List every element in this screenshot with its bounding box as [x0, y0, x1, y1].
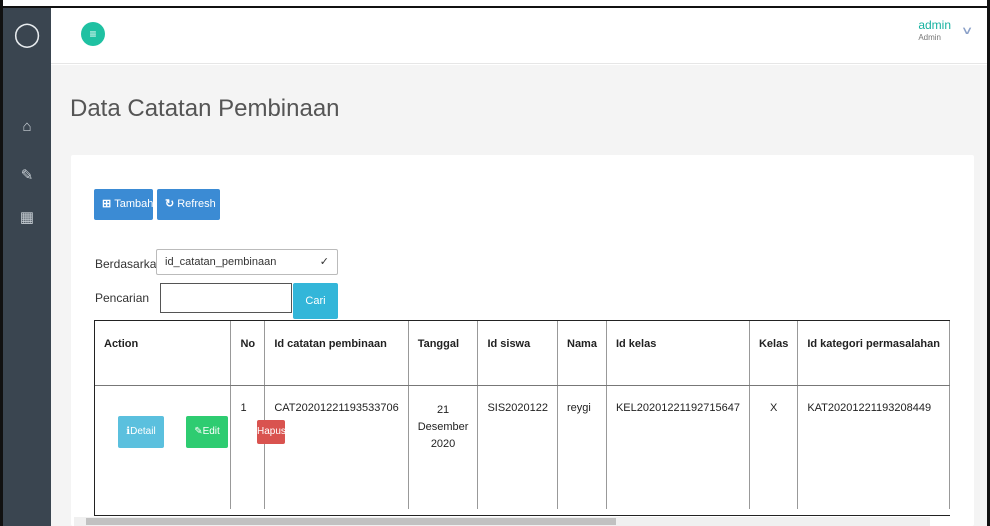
filter-by-select[interactable]: id_catatan_pembinaan ✓	[156, 249, 338, 275]
cell-id-kelas: KEL20201221192715647	[606, 385, 750, 509]
sidebar: ◯ ⌂ ✎ ▦	[3, 8, 51, 526]
user-icon[interactable]: ◯	[3, 20, 51, 49]
detail-button[interactable]: ℹDetail	[118, 415, 164, 448]
column-header: Id kelas	[606, 321, 750, 386]
edit-icon[interactable]: ✎	[3, 166, 51, 184]
column-header: Kelas	[749, 321, 799, 386]
filter-by-value: id_catatan_pembinaan	[165, 256, 277, 268]
plus-icon: ⊞	[102, 198, 112, 210]
page-title: Data Catatan Pembinaan	[70, 95, 340, 122]
column-header: No	[230, 321, 266, 386]
column-header: Id catatan pembinaan	[264, 321, 409, 386]
add-button[interactable]: ⊞ Tambah	[94, 189, 153, 220]
cell-kelas: X	[749, 385, 799, 509]
horizontal-scrollbar[interactable]	[74, 517, 930, 526]
cell-id-siswa: SIS2020122	[477, 385, 558, 509]
search-input[interactable]	[160, 283, 292, 313]
edit-button[interactable]: ✎Edit	[186, 415, 228, 448]
refresh-icon: ↻	[165, 198, 175, 210]
top-navbar: ≡ admin Admin ∨	[51, 8, 987, 64]
column-header: Nama	[557, 321, 607, 386]
cell-id-catatan: CAT20201221193533706	[264, 385, 409, 509]
search-button[interactable]: Cari	[293, 283, 338, 319]
search-label: Pencarian :	[95, 291, 162, 305]
user-role: Admin	[918, 33, 941, 42]
add-button-label: Tambah	[114, 198, 154, 210]
column-header: Tanggal	[408, 321, 479, 386]
column-header: Id kategori permasalahan	[797, 321, 950, 386]
refresh-button[interactable]: ↻ Refresh	[157, 189, 220, 220]
menu-icon[interactable]: ≡	[81, 22, 105, 46]
edit-icon: ✎	[194, 425, 203, 437]
data-card: ⊞ Tambah ↻ Refresh Berdasarkan: id_catatan…	[71, 155, 974, 526]
chevron-down-icon[interactable]: ∨	[961, 24, 974, 37]
home-icon[interactable]: ⌂	[3, 118, 51, 135]
data-table: Action No Id catatan pembinaan Tanggal I…	[94, 320, 950, 516]
chevron-down-icon: ✓	[319, 256, 329, 268]
action-cell: ℹDetail ✎Edit Hapus	[95, 385, 286, 509]
cell-nama: reygi	[557, 385, 607, 509]
column-header: Id siswa	[477, 321, 558, 386]
calendar-icon[interactable]: ▦	[3, 208, 51, 226]
user-menu[interactable]: admin Admin	[918, 18, 951, 42]
cell-tanggal: 21 Desember 2020	[408, 385, 479, 509]
table-header-row: Action No Id catatan pembinaan Tanggal I…	[95, 321, 950, 386]
refresh-button-label: Refresh	[177, 198, 216, 210]
cell-no: 1	[230, 385, 266, 509]
user-name: admin	[918, 18, 951, 32]
column-header: Action	[95, 321, 232, 386]
main-content: Data Catatan Pembinaan ⊞ Tambah ↻ Refresh …	[51, 65, 987, 526]
cell-id-kategori: KAT20201221193208449	[797, 385, 950, 509]
scrollbar-thumb[interactable]	[86, 518, 616, 525]
table-row: ℹDetail ✎Edit Hapus 1 CAT202012211935337…	[95, 385, 950, 509]
delete-button[interactable]: Hapus	[257, 419, 286, 444]
